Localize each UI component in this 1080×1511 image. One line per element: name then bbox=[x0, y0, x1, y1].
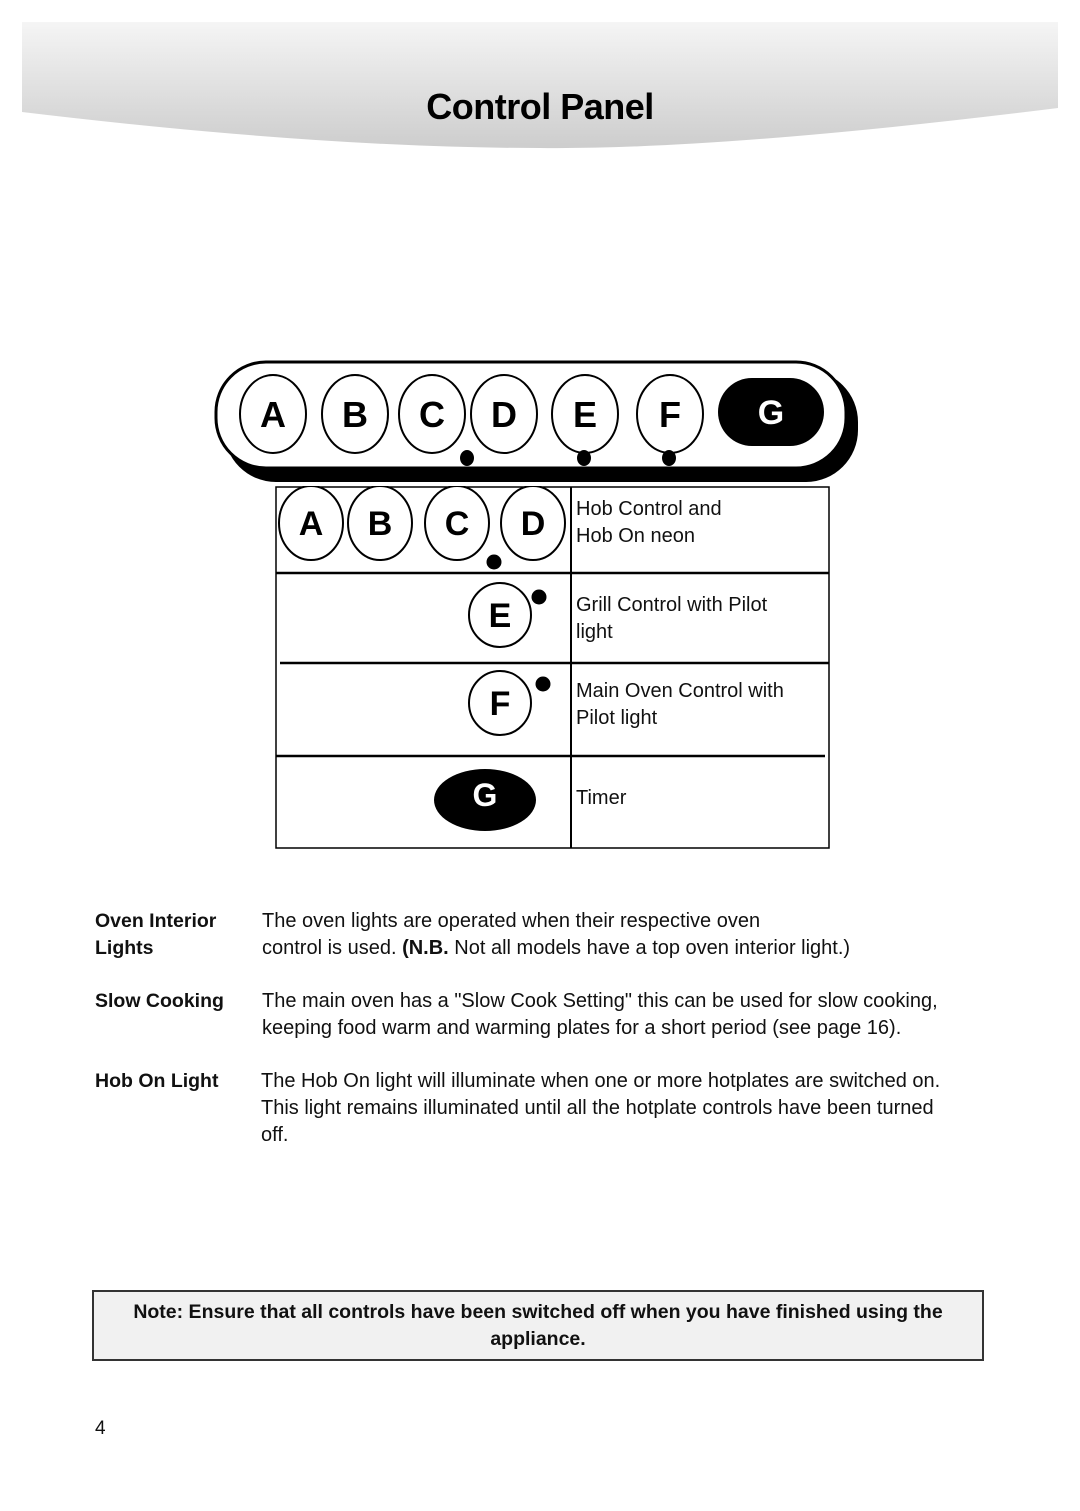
knob-label: B bbox=[342, 394, 368, 435]
desc-line: control is used. (N.B. Not all models ha… bbox=[262, 935, 992, 962]
knob-label: D bbox=[521, 505, 546, 543]
indicator-light bbox=[531, 589, 547, 605]
indicator-light bbox=[460, 450, 474, 466]
knob-label: F bbox=[490, 685, 511, 723]
legend-text-line: light bbox=[576, 621, 613, 643]
note-line: Note: Ensure that all controls have been… bbox=[133, 1301, 943, 1323]
knob-label: A bbox=[299, 505, 324, 543]
desc-line: This light remains illuminated until all… bbox=[261, 1097, 934, 1119]
section-description: The oven lights are operated when their … bbox=[262, 908, 992, 962]
legend-text-line: Pilot light bbox=[576, 707, 658, 729]
desc-line: off. bbox=[261, 1124, 289, 1146]
indicator-light bbox=[662, 450, 676, 466]
legend-text-line: Hob Control and bbox=[576, 498, 722, 520]
term-line: Oven Interior bbox=[95, 910, 217, 932]
knob-label: B bbox=[368, 505, 393, 543]
control-panel-diagram: A B C D E F G bbox=[212, 358, 864, 488]
section-term: Hob On Light bbox=[95, 1068, 255, 1095]
desc-line: keeping food warm and warming plates for… bbox=[262, 1017, 902, 1039]
legend-text-line: Grill Control with Pilot bbox=[576, 594, 768, 616]
page-title: Control Panel bbox=[426, 86, 654, 127]
legend-text-line: Hob On neon bbox=[576, 525, 695, 547]
indicator-light bbox=[486, 554, 502, 570]
desc-line: The oven lights are operated when their … bbox=[262, 910, 761, 932]
desc-text: control is used. bbox=[262, 937, 403, 959]
legend-description-grill: Grill Control with Pilot light bbox=[576, 592, 816, 646]
term-line: Hob On Light bbox=[95, 1070, 219, 1092]
legend-text-line: Main Oven Control with bbox=[576, 680, 784, 702]
section-description: The main oven has a "Slow Cook Setting" … bbox=[262, 988, 992, 1042]
knob-label: E bbox=[573, 394, 597, 435]
knob-label: C bbox=[445, 505, 470, 543]
desc-bold-text: (N.B. bbox=[402, 937, 449, 959]
knob-label: F bbox=[659, 394, 681, 435]
knob-label: A bbox=[260, 394, 286, 435]
indicator-light bbox=[577, 450, 591, 466]
section-description: The Hob On light will illuminate when on… bbox=[261, 1068, 991, 1149]
desc-line: The Hob On light will illuminate when on… bbox=[261, 1070, 941, 1092]
legend-text-line: Timer bbox=[576, 787, 627, 809]
legend-table: A B C D E F G Hob Control and Hob On neon Gril… bbox=[275, 486, 830, 849]
knob-label: C bbox=[419, 394, 445, 435]
legend-description-main-oven: Main Oven Control with Pilot light bbox=[576, 678, 816, 732]
note-box: Note: Ensure that all controls have been… bbox=[92, 1290, 984, 1361]
term-line: Lights bbox=[95, 937, 154, 959]
term-line: Slow Cooking bbox=[95, 990, 224, 1012]
knob-label: G bbox=[473, 777, 498, 813]
desc-text: Not all models have a top oven interior … bbox=[448, 937, 851, 959]
knob-label: D bbox=[491, 394, 517, 435]
desc-line: The main oven has a "Slow Cook Setting" … bbox=[262, 990, 938, 1012]
note-line: appliance. bbox=[490, 1328, 586, 1350]
section-term: Slow Cooking bbox=[95, 988, 255, 1015]
page-number: 4 bbox=[95, 1418, 106, 1439]
legend-description-hob: Hob Control and Hob On neon bbox=[576, 496, 816, 550]
knob-label: E bbox=[489, 597, 512, 635]
indicator-light bbox=[535, 676, 551, 692]
legend-description-timer: Timer bbox=[576, 785, 816, 812]
section-term: Oven Interior Lights bbox=[95, 908, 255, 962]
knob-label: G bbox=[758, 394, 784, 432]
